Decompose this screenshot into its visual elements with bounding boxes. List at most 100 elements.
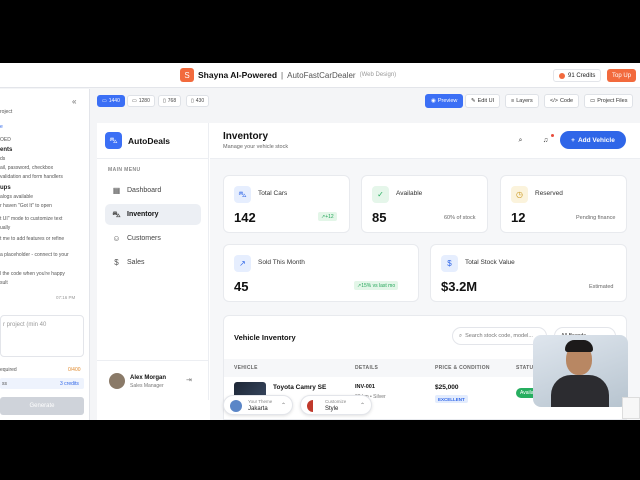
check-circle-icon: ✓ (372, 186, 389, 203)
chat-line: t UI" mode to customize text (0, 216, 63, 222)
search-icon[interactable]: ⌕ (513, 133, 528, 148)
project-files-button[interactable]: ▭ Project Files (584, 94, 634, 108)
theme-label: Your Theme (248, 399, 273, 404)
generate-button[interactable]: Generate (0, 397, 84, 415)
dollar-icon: $ (114, 258, 119, 267)
sidebar-item-sales[interactable]: $ Sales (105, 252, 201, 273)
sidebar-item-dashboard[interactable]: ▦ Dashboard (105, 180, 201, 201)
folder-icon: ▭ (590, 98, 596, 104)
preview-label: Preview (437, 98, 458, 104)
stat-card-reserved: ◷ Reserved 12 Pending finance (500, 175, 627, 233)
nav-label: Dashboard (127, 187, 162, 194)
stat-card-sold-this-month: ↗ Sold This Month 45 ↗ 15% vs last mo (223, 244, 419, 302)
chat-timestamp: 07:16 PM (56, 295, 76, 300)
column-header: VEHICLE (234, 365, 258, 371)
cost-row: ss 3 credits (0, 378, 84, 389)
add-vehicle-button[interactable]: + Add Vehicle (560, 131, 626, 149)
prompt-input[interactable]: r project (min 40 (0, 315, 84, 357)
chat-line: validation and form handlers (0, 174, 63, 180)
vehicle-name: Toyota Camry SE (273, 384, 327, 391)
chat-line: r haven "Got It" to open (0, 203, 52, 209)
code-label: Code (559, 98, 574, 104)
stat-note: 60% of stock (444, 215, 476, 221)
style-value: Style (325, 406, 339, 412)
menu-label: MAIN MENU (108, 167, 141, 173)
preview-button[interactable]: ◉ Preview (425, 94, 464, 108)
edit-ui-button[interactable]: ✎ Edit UI (465, 94, 501, 108)
badge-text: 15% vs last mo (361, 282, 396, 289)
flag-icon (307, 400, 319, 412)
credits-icon (559, 72, 565, 79)
inventory-title: Vehicle Inventory (234, 333, 296, 342)
notification-dot (551, 134, 554, 137)
theme-value: Jakarta (248, 406, 268, 412)
viewport-1440-button[interactable]: ▭ 1440 (97, 95, 125, 107)
chat-line: t me to add features or refine (0, 236, 65, 242)
code-button[interactable]: </> Code (544, 94, 580, 108)
stat-card-total-stock-value: $ Total Stock Value $3.2M Estimated (430, 244, 627, 302)
tablet-icon: ▯ (163, 98, 166, 104)
required-label: equired (0, 367, 17, 373)
credits-badge[interactable]: 91 Credits (553, 69, 602, 82)
stat-value: 142 (234, 210, 256, 225)
top-bar: S Shayna AI-Powered | AutoFastCarDealer … (0, 63, 640, 88)
stock-code: INV-001 (355, 384, 375, 390)
collapse-panel-icon[interactable]: « (72, 97, 76, 106)
search-placeholder: Search stock code, model... (465, 333, 533, 339)
page-title: Inventory (223, 131, 269, 142)
user-profile[interactable]: Alex Morgan Sales Manager ⇥ (97, 360, 209, 400)
stat-label: Available (396, 190, 423, 197)
viewport-label: 430 (195, 98, 205, 104)
sidebar-item-customers[interactable]: ☺ Customers (105, 228, 201, 249)
column-header: PRICE & CONDITION (435, 365, 490, 371)
char-counter: 0/400 (68, 367, 81, 373)
app-brand[interactable]: ⛍ AutoDeals (105, 132, 170, 149)
files-label: Project Files (597, 98, 628, 104)
search-icon: ⌕ (459, 332, 463, 339)
sidebar-item-inventory[interactable]: ⛍ Inventory (105, 204, 201, 225)
vehicle-price: $25,000 (435, 384, 459, 391)
project-title: S Shayna AI-Powered | AutoFastCarDealer … (180, 68, 396, 82)
cost-label: ss (2, 381, 7, 387)
car-icon: ⛍ (112, 209, 121, 219)
brand-name: AutoDeals (128, 135, 171, 146)
chat-panel: « roject e OED ents ds ail, password, ch… (0, 89, 90, 420)
layers-button[interactable]: ≡ Layers (505, 94, 539, 108)
app-sidebar: ⛍ AutoDeals MAIN MENU ▦ Dashboard ⛍ Invent… (97, 123, 209, 400)
stat-value: 85 (372, 210, 387, 225)
chat-line: ually (0, 225, 11, 231)
plus-icon: + (571, 136, 575, 144)
style-label: Customize (325, 399, 347, 404)
car-icon: ⛍ (234, 186, 251, 203)
style-selector[interactable]: Customize Style ⌃ (300, 395, 372, 415)
users-icon: ☺ (112, 234, 121, 243)
app-name: Shayna AI-Powered (198, 70, 278, 80)
viewport-1280-button[interactable]: ▭ 1280 (127, 95, 155, 107)
logout-icon[interactable]: ⇥ (186, 376, 192, 384)
presenter-body (551, 375, 609, 407)
stat-badge: ↗ 15% vs last mo (354, 281, 399, 290)
sidebar-divider (97, 158, 209, 159)
shayna-logo-icon: S (180, 68, 194, 82)
trend-up-icon: ↗ (234, 255, 251, 272)
grid-icon: ▦ (112, 186, 121, 195)
code-icon: </> (550, 98, 558, 104)
layers-label: Layers (516, 98, 533, 104)
stat-note: Pending finance (576, 215, 616, 221)
viewport-label: 1440 (108, 98, 120, 104)
stat-label: Total Cars (258, 190, 288, 197)
title-separator: | (281, 70, 284, 80)
viewport-768-button[interactable]: ▯ 768 (158, 95, 182, 107)
project-name: AutoFastCarDealer (287, 70, 356, 80)
project-type: (Web Design) (359, 72, 397, 78)
top-up-button[interactable]: Top Up (607, 69, 637, 82)
page-subtitle: Manage your vehicle stock (223, 144, 289, 150)
stat-note: Estimated (589, 284, 614, 290)
viewport-label: 1280 (138, 98, 150, 104)
condition-badge: EXCELLENT (435, 395, 468, 403)
clock-icon: ◷ (511, 186, 528, 203)
viewport-430-button[interactable]: ▯ 430 (186, 95, 210, 107)
recaptcha-badge-icon (622, 397, 640, 419)
dollar-icon: $ (441, 255, 458, 272)
theme-selector[interactable]: Your Theme Jakarta ⌃ (223, 395, 293, 415)
